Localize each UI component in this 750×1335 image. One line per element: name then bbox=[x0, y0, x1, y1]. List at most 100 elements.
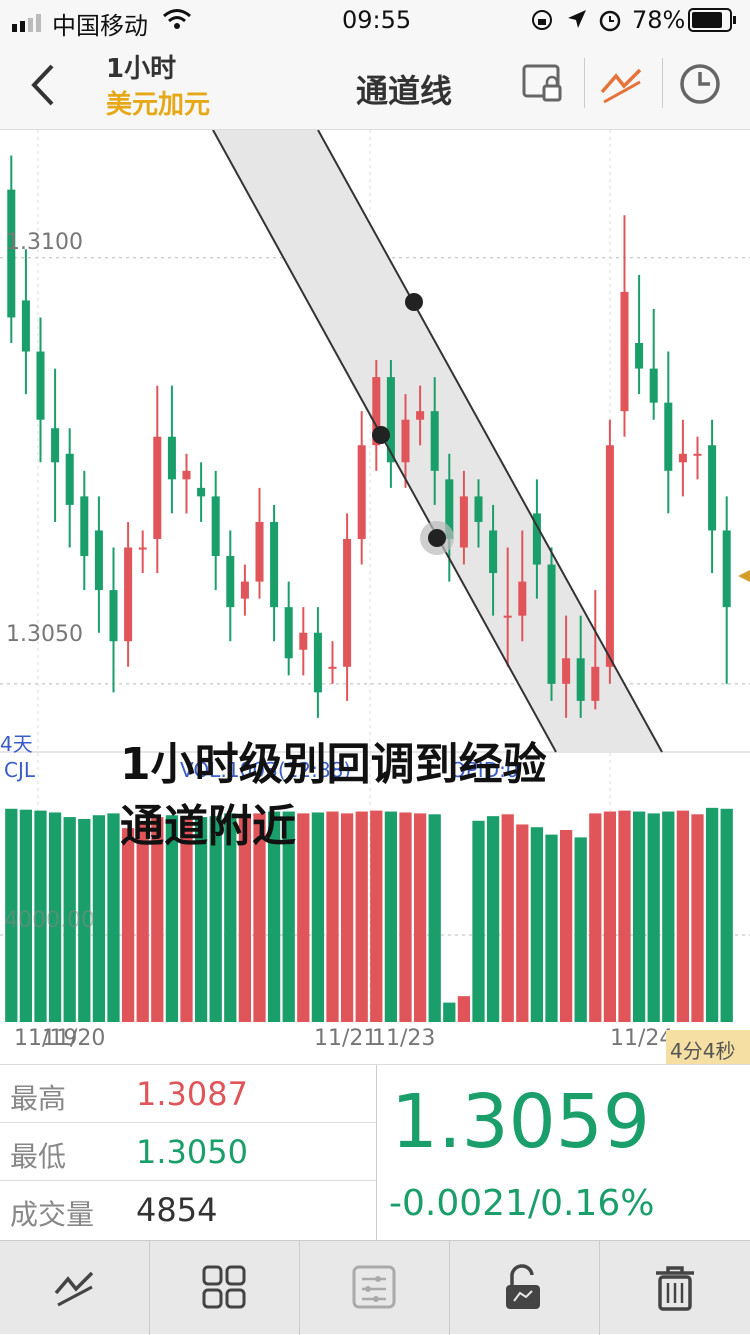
clock-icon[interactable] bbox=[672, 54, 732, 114]
signal-icon bbox=[12, 10, 48, 38]
volume-bar bbox=[545, 834, 558, 1022]
orientation-lock-icon bbox=[530, 8, 554, 38]
candle-body bbox=[21, 300, 30, 352]
grid-icon bbox=[202, 1265, 246, 1309]
annotation-text: 1小时级别回调到经验 通道附近 bbox=[120, 734, 680, 858]
x-tick-label: 11/23 bbox=[372, 1026, 436, 1051]
y-tick-label: 1.3100 bbox=[6, 230, 83, 255]
nav-bar: 1小时 美元加元 通道线 bbox=[0, 40, 750, 130]
volume-bar bbox=[720, 808, 733, 1022]
candle-body bbox=[503, 615, 512, 618]
candle-body bbox=[562, 658, 571, 684]
stat-label: 最低 bbox=[10, 1140, 67, 1173]
current-price-box: 1.3059 -0.0021/0.16% bbox=[376, 1065, 750, 1241]
candle-body bbox=[357, 445, 366, 539]
range-label: 4天 bbox=[0, 732, 33, 756]
volume-bar bbox=[574, 837, 587, 1022]
candle-body bbox=[430, 411, 439, 471]
stat-label: 最高 bbox=[10, 1082, 67, 1115]
nav-divider bbox=[662, 58, 663, 108]
volume-bar bbox=[457, 996, 471, 1022]
candle-body bbox=[547, 564, 556, 684]
candle-body bbox=[138, 547, 147, 550]
candle-body bbox=[284, 607, 293, 659]
draw-tool-button[interactable] bbox=[0, 1241, 150, 1335]
candle-body bbox=[343, 538, 352, 667]
draw-line-icon bbox=[54, 1271, 94, 1307]
vol-tick-label: 4000.00 bbox=[4, 908, 95, 933]
chart-canvas[interactable] bbox=[0, 129, 750, 1022]
alarm-icon bbox=[598, 8, 622, 38]
battery-icon bbox=[688, 8, 738, 38]
candle-body bbox=[36, 351, 45, 420]
delete-button[interactable] bbox=[600, 1241, 750, 1335]
candle-body bbox=[591, 666, 600, 701]
candle-body bbox=[620, 291, 629, 412]
price-change: -0.0021/0.16% bbox=[389, 1183, 655, 1224]
screen-lock-icon[interactable] bbox=[516, 54, 576, 114]
unlock-button[interactable] bbox=[450, 1241, 600, 1335]
draw-line-icon[interactable] bbox=[594, 54, 654, 114]
location-icon bbox=[566, 8, 588, 36]
x-tick-label: 11/20 bbox=[42, 1026, 106, 1051]
channel-handle bbox=[428, 529, 446, 547]
candle-body bbox=[80, 496, 89, 557]
stat-row-volume: 成交量 4854 bbox=[0, 1181, 376, 1239]
volume-bar bbox=[559, 830, 573, 1022]
y-tick-label: 1.3050 bbox=[6, 622, 83, 647]
stat-value-low: 1.3050 bbox=[136, 1133, 248, 1171]
volume-bar bbox=[691, 814, 704, 1022]
clock-time: 09:55 bbox=[342, 6, 412, 34]
candle-body bbox=[182, 470, 191, 480]
price-chart[interactable]: 1.3100 1.3050 4天 CJL VOL:1003(12:88) OPI… bbox=[0, 129, 750, 1051]
candle-body bbox=[328, 666, 337, 669]
channel-handle bbox=[372, 426, 390, 444]
wifi-icon bbox=[162, 8, 192, 36]
settings-sliders-icon bbox=[352, 1265, 396, 1309]
candle-body bbox=[722, 530, 731, 608]
unlock-icon bbox=[506, 1264, 540, 1309]
candle-body bbox=[489, 530, 498, 574]
candle-body bbox=[226, 556, 235, 608]
quote-stats: 最高 1.3087 最低 1.3050 成交量 4854 1.3059 -0.0… bbox=[0, 1064, 750, 1241]
stat-value-high: 1.3087 bbox=[136, 1075, 248, 1113]
candle-body bbox=[51, 428, 60, 463]
carrier-text: 中国移动 bbox=[52, 12, 148, 40]
layout-button[interactable] bbox=[150, 1241, 300, 1335]
annotation-line: 1小时级别回调到经验 bbox=[120, 739, 547, 790]
candle-body bbox=[197, 487, 206, 497]
candle-body bbox=[708, 445, 717, 531]
symbol-label: 美元加元 bbox=[106, 90, 211, 120]
candle-body bbox=[635, 343, 644, 369]
bottom-toolbar bbox=[0, 1240, 750, 1335]
period-label: 1小时 bbox=[106, 54, 177, 84]
candle-body bbox=[94, 530, 103, 591]
channel-handle bbox=[405, 293, 423, 311]
indicator-name: CJL bbox=[4, 758, 36, 782]
trash-icon bbox=[656, 1266, 694, 1311]
candle-body bbox=[153, 436, 162, 539]
stat-label: 成交量 bbox=[10, 1198, 95, 1231]
volume-bar bbox=[107, 813, 120, 1022]
back-arrow-icon[interactable] bbox=[26, 60, 66, 110]
x-tick-label: 11/21 bbox=[314, 1026, 378, 1051]
battery-percent: 78% bbox=[632, 6, 686, 34]
candle-body bbox=[649, 368, 658, 403]
volume-bar bbox=[705, 807, 719, 1022]
stat-row-low: 最低 1.3050 bbox=[0, 1123, 376, 1181]
candle-body bbox=[240, 581, 249, 599]
nav-divider bbox=[584, 58, 585, 108]
settings-button[interactable] bbox=[300, 1241, 450, 1335]
candle-body bbox=[678, 453, 687, 463]
volume-bar bbox=[443, 1002, 456, 1022]
page-title: 通道线 bbox=[356, 72, 453, 110]
candle-body bbox=[664, 402, 673, 471]
annotation-line: 通道附近 bbox=[120, 801, 296, 852]
stat-value-volume: 4854 bbox=[136, 1191, 218, 1229]
candle-body bbox=[605, 445, 614, 667]
countdown-badge: 4分4秒 bbox=[666, 1030, 750, 1064]
last-price-marker bbox=[738, 570, 750, 582]
candle-body bbox=[313, 632, 322, 693]
candle-body bbox=[518, 581, 527, 616]
candle-body bbox=[576, 658, 585, 701]
